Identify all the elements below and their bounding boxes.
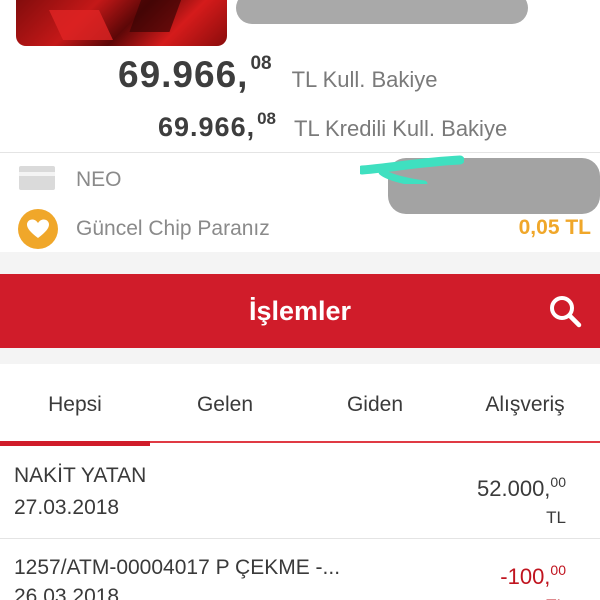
divider — [0, 538, 600, 539]
transaction-amount: -100,00 — [500, 562, 566, 590]
transaction-currency: TL — [546, 596, 566, 600]
credit-available-balance: 69.966, 08 TL Kredili Kull. Bakiye — [158, 109, 508, 143]
page-title: İşlemler — [248, 296, 352, 326]
transaction-amount-cents: 00 — [550, 562, 566, 578]
section-spacer — [0, 348, 600, 364]
tab-outgoing[interactable]: Giden — [300, 364, 450, 446]
transaction-amount-integer: 52.000, — [477, 476, 551, 501]
transaction-date: 26.03.2018 — [14, 585, 120, 600]
credit-balance-cents: 08 — [257, 109, 277, 128]
transaction-currency: TL — [546, 508, 566, 527]
search-icon[interactable] — [548, 294, 582, 328]
card-name-label: NEO — [76, 168, 122, 191]
available-balance-cents: 08 — [250, 53, 272, 74]
filter-tabs: Hepsi Gelen Giden Alışveriş — [0, 364, 600, 446]
tab-all[interactable]: Hepsi — [0, 364, 150, 446]
card-thumbnail[interactable] — [16, 0, 227, 46]
transaction-amount: 52.000,00 — [477, 474, 566, 502]
available-balance: 69.966, 08 TL Kull. Bakiye — [118, 53, 438, 96]
chip-money-label: Güncel Chip Paranız — [76, 217, 270, 240]
transaction-date: 27.03.2018 — [14, 496, 120, 519]
section-spacer — [0, 252, 600, 274]
transaction-row[interactable]: NAKİT YATAN 27.03.2018 52.000,00 TL — [0, 446, 600, 536]
credit-balance-caption: TL Kredili Kull. Bakiye — [294, 116, 508, 141]
chip-money-row[interactable]: Güncel Chip Paranız 0,05 TL — [0, 206, 600, 252]
available-balance-amount: 69.966, — [118, 54, 249, 95]
chip-money-value: 0,05 TL — [518, 216, 591, 239]
credit-card-icon — [19, 166, 55, 190]
transaction-row[interactable]: 1257/ATM-00004017 P ÇEKME -... 26.03.201… — [0, 540, 600, 600]
transaction-amount-cents: 00 — [550, 474, 566, 490]
credit-balance-amount: 69.966, — [158, 112, 256, 142]
transactions-header: İşlemler — [0, 274, 600, 348]
available-balance-caption: TL Kull. Bakiye — [291, 67, 438, 92]
transaction-amount-integer: -100, — [500, 564, 551, 589]
heart-icon — [18, 209, 58, 249]
divider — [0, 152, 600, 153]
tab-incoming[interactable]: Gelen — [150, 364, 300, 446]
redacted-account-name — [236, 0, 528, 24]
tab-shopping[interactable]: Alışveriş — [450, 364, 600, 446]
transaction-title: 1257/ATM-00004017 P ÇEKME -... — [14, 556, 341, 579]
transaction-title: NAKİT YATAN — [14, 464, 147, 487]
teal-highlight-mark — [360, 155, 464, 184]
